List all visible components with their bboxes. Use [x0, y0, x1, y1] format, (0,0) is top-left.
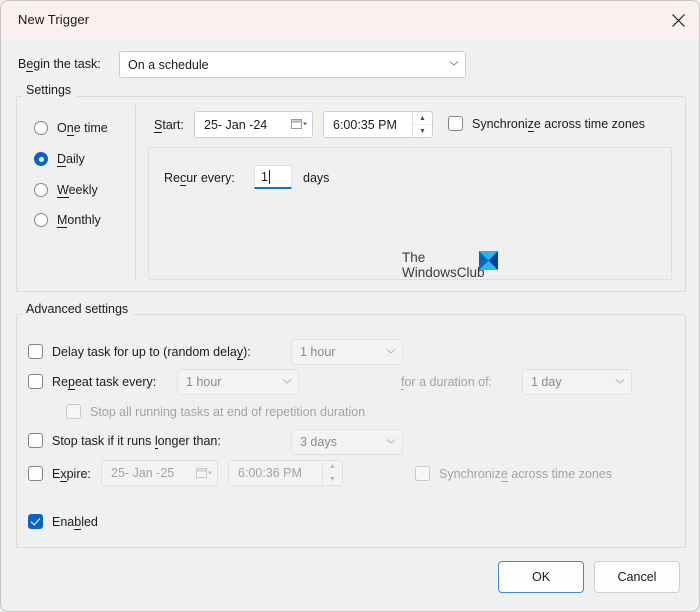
close-icon: [671, 13, 686, 28]
advanced-settings-group-label: Advanced settings: [22, 302, 133, 316]
stop-task-label: Stop task if it runs longer than:: [52, 434, 221, 448]
chevron-down-icon: [380, 438, 402, 447]
spinner-up-icon[interactable]: ▲: [413, 112, 432, 124]
for-a-duration-of-label: for a duration of:: [401, 375, 492, 389]
expire-time-spinner[interactable]: 6:00:36 PM ▲ ▼: [228, 460, 343, 486]
checkbox-indicator: [28, 514, 43, 529]
stop-task-dropdown[interactable]: 3 days: [291, 429, 403, 455]
recur-every-input[interactable]: 1: [254, 165, 292, 189]
radio-daily-label: Daily: [57, 152, 85, 166]
repeat-task-dropdown[interactable]: 1 hour: [177, 369, 299, 395]
expire-time-stepper[interactable]: ▲ ▼: [322, 461, 342, 486]
windowsclub-logo-icon: [479, 251, 498, 270]
settings-group-label: Settings: [22, 83, 76, 97]
watermark-text: The WindowsClub: [402, 250, 485, 280]
spinner-down-icon[interactable]: ▼: [413, 124, 432, 137]
expire-label: Expire:: [52, 467, 91, 481]
sync-across-time-zones-checkbox-bottom[interactable]: Synchronize across time zones: [415, 466, 612, 481]
chevron-down-icon: [609, 378, 631, 387]
calendar-dropdown-icon[interactable]: [286, 118, 312, 131]
watermark-line2: WindowsClub: [402, 265, 485, 280]
spinner-up-icon[interactable]: ▲: [323, 461, 342, 473]
begin-task-label: Begin the task:: [18, 57, 101, 71]
sync-across-time-zones-label-bottom: Synchronize across time zones: [439, 467, 612, 481]
stop-all-running-tasks-label: Stop all running tasks at end of repetit…: [90, 405, 365, 419]
checkbox-indicator: [448, 116, 463, 131]
cancel-button[interactable]: Cancel: [594, 561, 680, 593]
start-time-spinner[interactable]: 6:00:35 PM ▲ ▼: [323, 111, 433, 138]
delay-task-dropdown[interactable]: 1 hour: [291, 339, 403, 365]
begin-task-dropdown[interactable]: On a schedule: [119, 51, 466, 78]
text-caret: [269, 170, 270, 184]
ok-button[interactable]: OK: [498, 561, 584, 593]
radio-weekly[interactable]: Weekly: [34, 183, 98, 197]
checkbox-indicator: [66, 404, 81, 419]
stop-all-running-tasks-checkbox[interactable]: Stop all running tasks at end of repetit…: [66, 404, 365, 419]
delay-task-label: Delay task for up to (random delay):: [52, 345, 251, 359]
close-button[interactable]: [655, 1, 700, 40]
checkbox-indicator: [28, 374, 43, 389]
start-date-value: 25- Jan -24: [195, 118, 286, 132]
chevron-down-icon: [380, 348, 402, 357]
radio-one-time[interactable]: One time: [34, 121, 108, 135]
enabled-checkbox[interactable]: Enabled: [28, 514, 98, 529]
repeat-task-value: 1 hour: [178, 375, 276, 389]
settings-divider: [135, 105, 136, 280]
repeat-task-label: Repeat task every:: [52, 375, 156, 389]
calendar-dropdown-icon[interactable]: [191, 467, 217, 480]
radio-one-time-label: One time: [57, 121, 108, 135]
checkbox-indicator: [415, 466, 430, 481]
recur-every-value: 1: [255, 170, 268, 184]
watermark-line1: The: [402, 250, 485, 265]
start-time-value: 6:00:35 PM: [324, 118, 412, 132]
checkbox-indicator: [28, 344, 43, 359]
sync-across-time-zones-checkbox-top[interactable]: Synchronize across time zones: [448, 116, 645, 131]
start-date-picker[interactable]: 25- Jan -24: [194, 111, 313, 138]
stop-task-value: 3 days: [292, 435, 380, 449]
expire-date-value: 25- Jan -25: [102, 466, 191, 480]
start-label: Start:: [154, 118, 184, 132]
enabled-label: Enabled: [52, 515, 98, 529]
expire-date-picker[interactable]: 25- Jan -25: [101, 460, 218, 486]
duration-dropdown[interactable]: 1 day: [522, 369, 632, 395]
chevron-down-icon: [276, 378, 298, 387]
spinner-down-icon[interactable]: ▼: [323, 473, 342, 486]
radio-monthly-label: Monthly: [57, 213, 101, 227]
radio-daily[interactable]: Daily: [34, 152, 85, 166]
sync-across-time-zones-label-top: Synchronize across time zones: [472, 117, 645, 131]
stop-task-checkbox[interactable]: Stop task if it runs longer than:: [28, 433, 221, 448]
recur-every-label: Recur every:: [164, 171, 235, 185]
radio-weekly-label: Weekly: [57, 183, 98, 197]
radio-indicator: [34, 213, 48, 227]
title-bar: New Trigger: [1, 1, 700, 40]
radio-indicator: [34, 152, 48, 166]
duration-value: 1 day: [523, 375, 609, 389]
start-time-stepper[interactable]: ▲ ▼: [412, 112, 432, 137]
window-title: New Trigger: [18, 12, 89, 27]
begin-task-value: On a schedule: [120, 58, 443, 72]
expire-time-value: 6:00:36 PM: [229, 466, 322, 480]
new-trigger-dialog: New Trigger Begin the task: On a schedul…: [0, 0, 700, 612]
radio-indicator: [34, 183, 48, 197]
checkbox-indicator: [28, 433, 43, 448]
checkbox-indicator: [28, 466, 43, 481]
delay-task-value: 1 hour: [292, 345, 380, 359]
delay-task-checkbox[interactable]: Delay task for up to (random delay):: [28, 344, 251, 359]
radio-indicator: [34, 121, 48, 135]
radio-monthly[interactable]: Monthly: [34, 213, 101, 227]
recur-units-label: days: [303, 171, 329, 185]
repeat-task-checkbox[interactable]: Repeat task every:: [28, 374, 156, 389]
expire-checkbox[interactable]: Expire:: [28, 466, 91, 481]
chevron-down-icon: [443, 60, 465, 69]
